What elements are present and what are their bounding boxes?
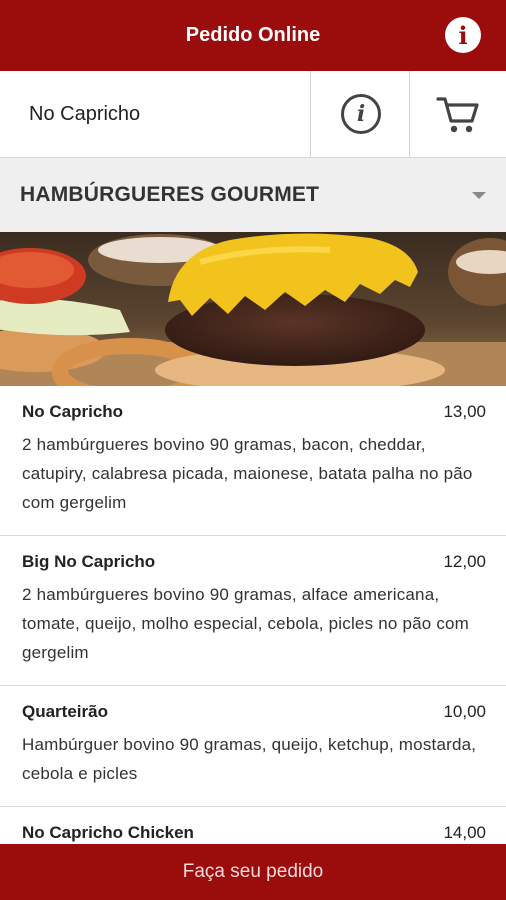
item-name: No Capricho Chicken — [22, 823, 194, 842]
item-price: 10,00 — [443, 702, 486, 721]
burger-photo — [0, 232, 506, 386]
list-item[interactable]: No Capricho 13,00 2 hambúrgueres bovino … — [0, 386, 506, 536]
item-description: Hambúrguer bovino 90 gramas, queijo, ket… — [22, 735, 477, 783]
menu-list: No Capricho 13,00 2 hambúrgueres bovino … — [0, 386, 506, 862]
header-title: Pedido Online — [185, 24, 321, 46]
list-item[interactable]: Big No Capricho 12,00 2 hambúrgueres bov… — [0, 536, 506, 686]
chevron-down-icon — [472, 192, 486, 199]
item-name: No Capricho — [22, 402, 124, 421]
item-name: Big No Capricho — [22, 552, 156, 571]
burger-photo-illustration — [0, 232, 506, 386]
store-info-icon[interactable]: i — [341, 94, 381, 134]
app-header: Pedido Online i — [0, 0, 506, 71]
item-price: 13,00 — [443, 402, 486, 421]
store-bar: No Capricho i — [0, 71, 506, 158]
info-icon[interactable]: i — [445, 17, 481, 53]
cart-icon[interactable] — [436, 93, 480, 135]
item-description: 2 hambúrgueres bovino 90 gramas, bacon, … — [22, 435, 473, 512]
store-name: No Capricho — [29, 103, 141, 125]
list-item[interactable]: Quarteirão 10,00 Hambúrguer bovino 90 gr… — [0, 686, 506, 807]
item-price: 14,00 — [443, 823, 486, 842]
divider — [310, 71, 311, 157]
category-label: HAMBÚRGUERES GOURMET — [20, 183, 320, 206]
category-selector[interactable]: HAMBÚRGUERES GOURMET — [0, 158, 506, 233]
divider — [409, 71, 410, 157]
item-name: Quarteirão — [22, 702, 108, 721]
item-description: 2 hambúrgueres bovino 90 gramas, alface … — [22, 585, 470, 662]
item-price: 12,00 — [443, 552, 486, 571]
order-button[interactable]: Faça seu pedido — [0, 844, 506, 900]
